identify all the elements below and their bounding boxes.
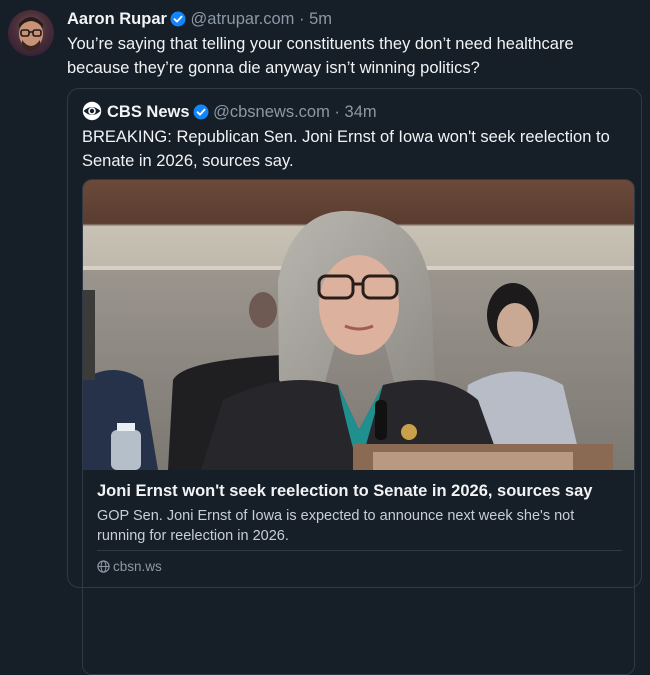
author-name[interactable]: Aaron Rupar (67, 10, 167, 28)
verified-badge-icon (170, 11, 186, 33)
author-handle[interactable]: @atrupar.com (191, 10, 295, 28)
author-avatar[interactable] (8, 10, 54, 56)
link-card-divider (97, 550, 622, 551)
link-card-domain-text: cbsn.ws (113, 559, 162, 574)
link-card-image[interactable] (83, 180, 634, 470)
quoted-post-time[interactable]: 34m (345, 103, 377, 121)
link-card-domain[interactable]: cbsn.ws (97, 558, 162, 576)
verified-badge-icon (193, 104, 209, 126)
link-card-description: GOP Sen. Joni Ernst of Iowa is expected … (97, 508, 575, 544)
quoted-author-name[interactable]: CBS News (107, 103, 190, 121)
link-card[interactable]: Joni Ernst won't seek reelection to Sena… (82, 179, 635, 675)
quoted-author-handle[interactable]: @cbsnews.com (213, 103, 330, 121)
quoted-post-header: CBS News @cbsnews.com · 34m (82, 101, 377, 127)
post-text: You’re saying that telling your constitu… (67, 35, 574, 77)
separator-dot: · (299, 10, 305, 28)
post-header: Aaron Rupar @atrupar.com · 5m (67, 8, 332, 33)
globe-icon (97, 559, 113, 574)
link-card-title[interactable]: Joni Ernst won't seek reelection to Sena… (97, 480, 622, 502)
post-time[interactable]: 5m (309, 10, 332, 28)
separator-dot: · (334, 103, 340, 121)
post: Aaron Rupar @atrupar.com · 5m You’re say… (0, 0, 650, 675)
quoted-post-text: BREAKING: Republican Sen. Joni Ernst of … (82, 128, 610, 170)
quoted-post[interactable]: CBS News @cbsnews.com · 34m BREAKING: Re… (67, 88, 642, 675)
cbs-eye-logo-icon (82, 101, 102, 127)
